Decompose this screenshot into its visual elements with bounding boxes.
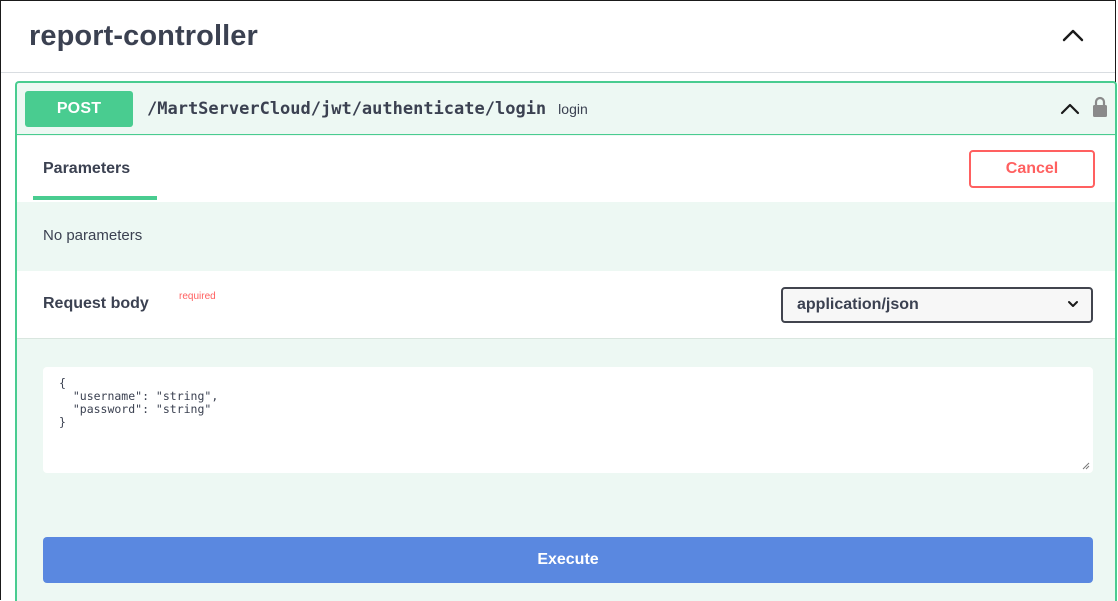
no-parameters-message: No parameters (43, 227, 143, 244)
cancel-button[interactable]: Cancel (969, 150, 1095, 188)
chevron-down-icon (1068, 301, 1078, 307)
lock-icon[interactable] (1091, 95, 1109, 119)
method-badge: POST (25, 90, 133, 127)
operation-path: /MartServerCloud/jwt/authenticate/login (147, 98, 547, 119)
active-tab-indicator (33, 196, 157, 200)
operation-description: login (558, 100, 588, 117)
chevron-up-icon[interactable] (1061, 25, 1085, 45)
resize-grip-icon[interactable] (1082, 462, 1090, 470)
request-body-header: Request body required application/json (17, 271, 1115, 339)
request-body-editor[interactable]: { "username": "string", "password": "str… (43, 367, 1093, 473)
execute-button[interactable]: Execute (43, 537, 1093, 583)
required-marker: required (179, 291, 216, 302)
operation-block-post: POST /MartServerCloud/jwt/authenticate/l… (15, 81, 1117, 601)
chevron-up-icon[interactable] (1059, 99, 1081, 117)
tag-header[interactable]: report-controller (1, 1, 1115, 73)
content-type-select[interactable]: application/json (781, 287, 1093, 323)
parameters-tab-bar: Parameters Cancel (17, 136, 1115, 202)
tab-parameters[interactable]: Parameters (43, 160, 130, 178)
request-body-label: Request body (43, 295, 149, 312)
operation-summary[interactable]: POST /MartServerCloud/jwt/authenticate/l… (17, 83, 1115, 135)
swagger-panel: report-controller POST /MartServerCloud/… (0, 0, 1117, 601)
tag-title: report-controller (29, 20, 258, 52)
content-type-value: application/json (797, 296, 919, 313)
request-body-text: { "username": "string", "password": "str… (59, 376, 219, 429)
